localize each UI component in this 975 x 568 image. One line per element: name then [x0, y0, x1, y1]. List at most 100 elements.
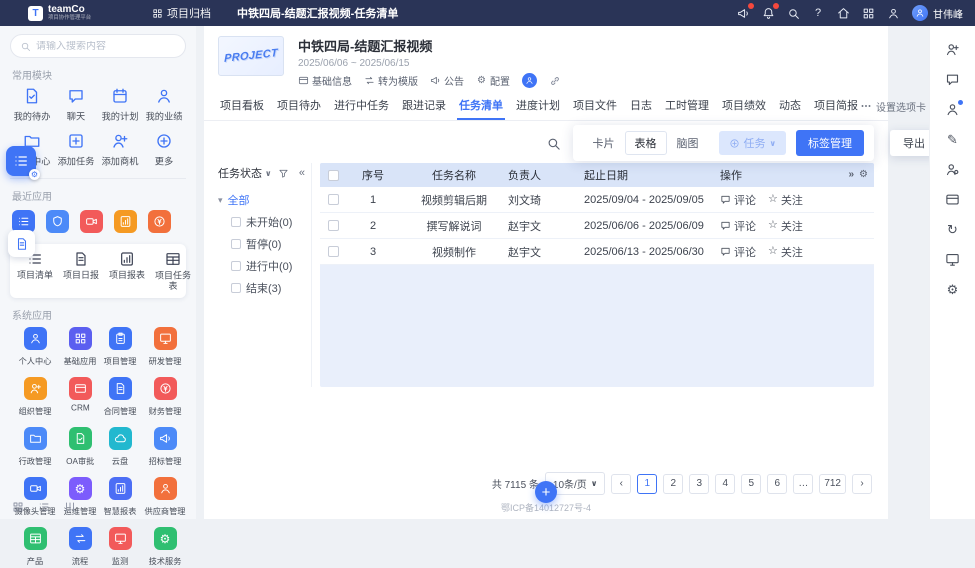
project-tab[interactable]: 任务清单: [457, 92, 505, 120]
quick-form-button[interactable]: [8, 230, 35, 257]
page-button[interactable]: 6: [767, 473, 788, 494]
member-icon[interactable]: [945, 100, 963, 117]
system-app[interactable]: 云盘: [100, 427, 140, 468]
system-app[interactable]: 供应商管理: [140, 477, 190, 518]
project-tab[interactable]: 日志: [628, 92, 654, 120]
recent-app-4[interactable]: [114, 210, 137, 233]
page-button[interactable]: 1: [637, 473, 658, 494]
project-tab[interactable]: 项目文件: [571, 92, 619, 120]
screen-share-icon[interactable]: [945, 252, 960, 267]
megaphone-icon[interactable]: [736, 3, 754, 20]
help-icon[interactable]: ?: [811, 6, 825, 20]
row-checkbox[interactable]: [327, 220, 339, 231]
pinned-project-daily[interactable]: 项目日报: [58, 251, 104, 293]
sidebar-item-chat[interactable]: 聊天: [54, 87, 98, 123]
page-button[interactable]: …: [793, 473, 814, 494]
project-tab[interactable]: 项目绩效: [720, 92, 768, 120]
pinned-project-report[interactable]: 项目报表: [104, 251, 150, 293]
comment-button[interactable]: 评论: [720, 218, 756, 234]
add-task-dropdown[interactable]: 任务 ∨: [718, 131, 786, 155]
status-tree-node[interactable]: 暂停(0): [218, 233, 305, 255]
table-search-icon[interactable]: [546, 136, 561, 151]
apps-switch-icon[interactable]: [12, 501, 24, 513]
视频制作[interactable]: 3 视频制作 赵宇文 2025/06/13 - 2025/06/30 评论 ☆ …: [320, 239, 874, 265]
search-icon[interactable]: [786, 6, 800, 20]
sidebar-item-my-performance[interactable]: 我的业绩: [142, 87, 186, 123]
sidebar-item-my-todos[interactable]: 我的待办: [10, 87, 54, 123]
bell-icon[interactable]: [761, 3, 779, 20]
sidebar-item-add-task[interactable]: 添加任务: [54, 132, 98, 168]
system-app[interactable]: 监测: [100, 527, 140, 568]
task-name-cell[interactable]: 视频制作: [400, 244, 508, 260]
follow-button[interactable]: ☆ 关注: [768, 192, 803, 208]
row-checkbox[interactable]: [327, 246, 339, 257]
tag-manage-button[interactable]: 标签管理: [796, 130, 864, 156]
next-page-button[interactable]: ›: [852, 473, 872, 494]
account-settings-icon[interactable]: [945, 162, 960, 177]
status-checkbox[interactable]: [231, 217, 241, 227]
project-tab[interactable]: 动态: [777, 92, 803, 120]
recent-app-2[interactable]: [46, 210, 69, 233]
recent-app-3[interactable]: [80, 210, 103, 233]
chevron-down-icon[interactable]: ∨: [265, 169, 272, 178]
status-tree-node[interactable]: 结束(3): [218, 277, 305, 299]
config-button[interactable]: ⚙ 配置: [476, 73, 510, 88]
system-app[interactable]: 研发管理: [140, 327, 190, 368]
columns-view-icon[interactable]: [64, 501, 76, 513]
system-app[interactable]: 招标管理: [140, 427, 190, 468]
announcement-button[interactable]: 公告: [430, 73, 464, 88]
view-option[interactable]: 脑图: [667, 131, 709, 155]
system-app[interactable]: 项目管理: [100, 327, 140, 368]
quick-launcher-button[interactable]: ⚙: [6, 146, 40, 180]
collapse-panel-button[interactable]: «: [299, 167, 305, 179]
pinned-project-list[interactable]: 项目清单: [12, 251, 58, 293]
project-tab[interactable]: 项目待办: [275, 92, 323, 120]
system-app[interactable]: 个人中心: [10, 327, 60, 368]
convert-template-button[interactable]: 转为模版: [364, 73, 418, 88]
home-icon[interactable]: [836, 6, 850, 20]
nav-project-archive[interactable]: 项目归档: [152, 5, 211, 21]
sidebar-search[interactable]: [10, 34, 186, 58]
status-checkbox[interactable]: [231, 283, 241, 293]
system-app[interactable]: 智慧报表: [100, 477, 140, 518]
edit-icon[interactable]: ✎: [945, 132, 960, 147]
sidebar-item-my-plan[interactable]: 我的计划: [98, 87, 142, 123]
system-app[interactable]: 财务管理: [140, 377, 190, 418]
list-view-icon[interactable]: [38, 501, 50, 513]
page-button[interactable]: 3: [689, 473, 710, 494]
basic-info-button[interactable]: 基础信息: [298, 73, 352, 88]
project-tab[interactable]: 跟进记录: [400, 92, 448, 120]
sidebar-item-more[interactable]: 更多: [142, 132, 186, 168]
system-app[interactable]: ⚙ 技术服务: [140, 527, 190, 568]
system-app[interactable]: 组织管理: [10, 377, 60, 418]
system-app[interactable]: 合同管理: [100, 377, 140, 418]
task-name-cell[interactable]: 视频剪辑后期: [400, 192, 508, 208]
share-link-icon[interactable]: [549, 75, 561, 87]
follow-button[interactable]: ☆ 关注: [768, 244, 803, 260]
table-settings-icon[interactable]: ⚙: [859, 170, 868, 180]
follow-button[interactable]: ☆ 关注: [768, 218, 803, 234]
status-tree-node[interactable]: 未开始(0): [218, 211, 305, 233]
view-option[interactable]: 表格: [624, 131, 667, 155]
profile-icon[interactable]: [886, 6, 900, 20]
feedback-icon[interactable]: [945, 72, 960, 87]
project-tab[interactable]: 进度计划: [514, 92, 562, 120]
status-tree-node[interactable]: 进行中(0): [218, 255, 305, 277]
funnel-icon[interactable]: [278, 168, 289, 179]
row-checkbox[interactable]: [327, 194, 339, 205]
project-owner-avatar[interactable]: [522, 73, 537, 88]
tab-settings-button[interactable]: 设置选项卡: [860, 99, 926, 114]
page-button[interactable]: 4: [715, 473, 736, 494]
status-tree-node[interactable]: 全部: [218, 189, 305, 211]
recent-app-5[interactable]: [148, 210, 171, 233]
add-fab-button[interactable]: +: [535, 481, 557, 503]
user-menu[interactable]: 甘伟峰: [912, 5, 963, 21]
apps-icon[interactable]: [861, 6, 875, 20]
pinned-project-task-table[interactable]: 项目任务表: [150, 251, 196, 293]
settings-icon[interactable]: ⚙: [945, 282, 960, 297]
view-option[interactable]: 卡片: [583, 131, 625, 155]
invite-member-icon[interactable]: [945, 42, 960, 57]
project-tab[interactable]: 进行中任务: [332, 92, 391, 120]
system-app[interactable]: CRM: [60, 377, 100, 418]
sync-icon[interactable]: ↻: [945, 222, 960, 237]
